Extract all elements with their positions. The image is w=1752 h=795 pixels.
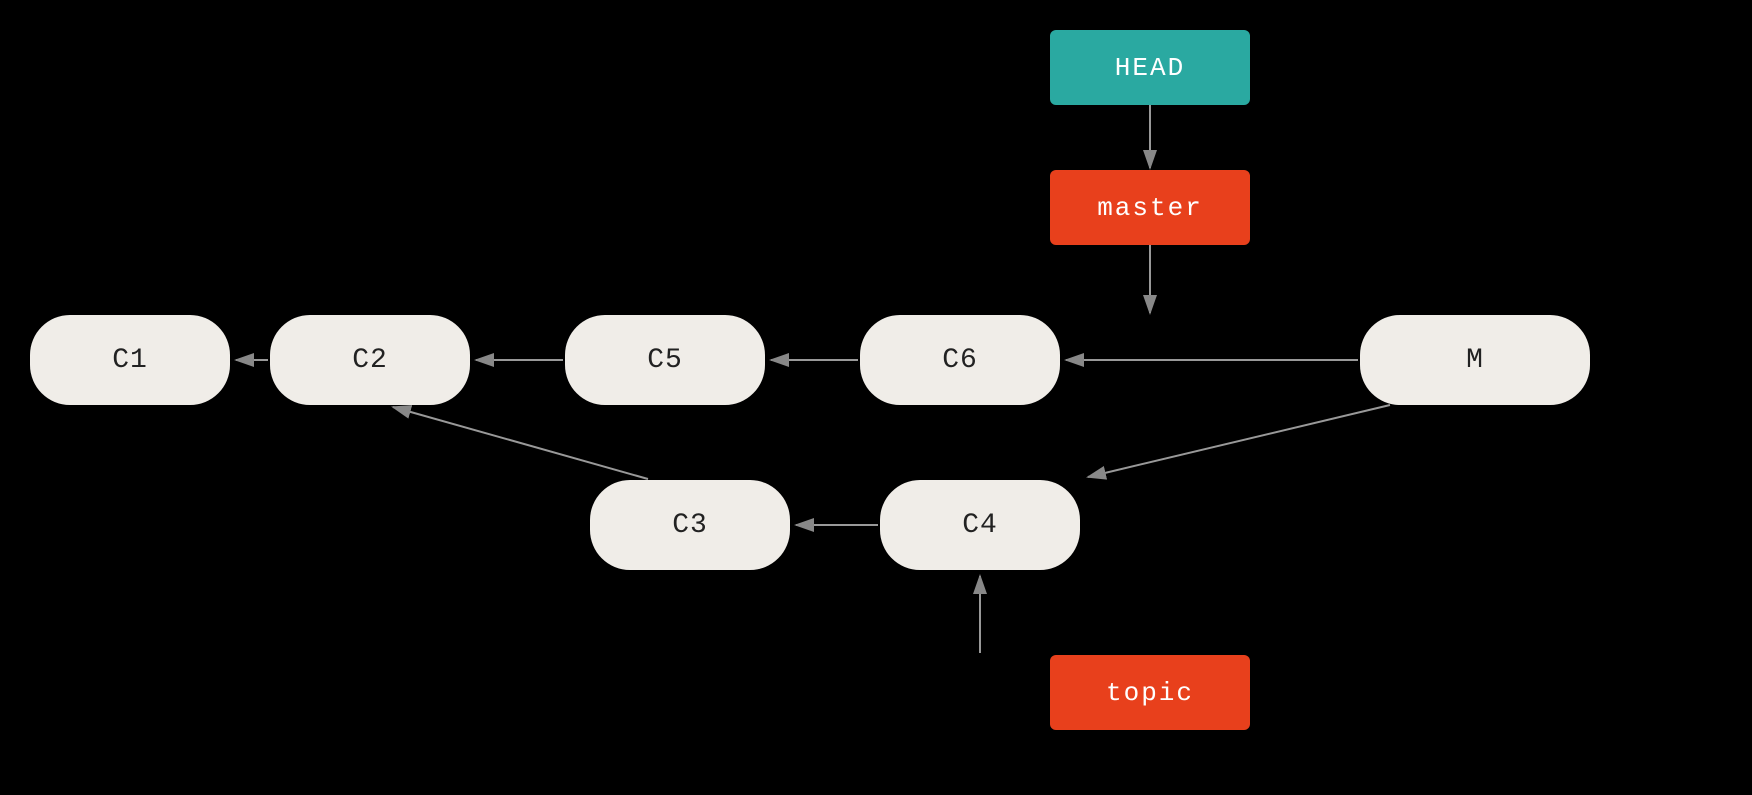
head-label: HEAD	[1050, 30, 1250, 105]
head-label-text: HEAD	[1115, 53, 1185, 83]
commit-c1: C1	[30, 315, 230, 405]
commit-c6: C6	[860, 315, 1060, 405]
master-label: master	[1050, 170, 1250, 245]
commit-c3: C3	[590, 480, 790, 570]
commit-c5: C5	[565, 315, 765, 405]
commit-c2: C2	[270, 315, 470, 405]
topic-label: topic	[1050, 655, 1250, 730]
commit-c4: C4	[880, 480, 1080, 570]
master-label-text: master	[1097, 193, 1203, 223]
git-diagram: HEAD master topic C1 C2 C5 C6 M C3 C4	[0, 0, 1752, 795]
commit-m: M	[1360, 315, 1590, 405]
topic-label-text: topic	[1106, 678, 1194, 708]
